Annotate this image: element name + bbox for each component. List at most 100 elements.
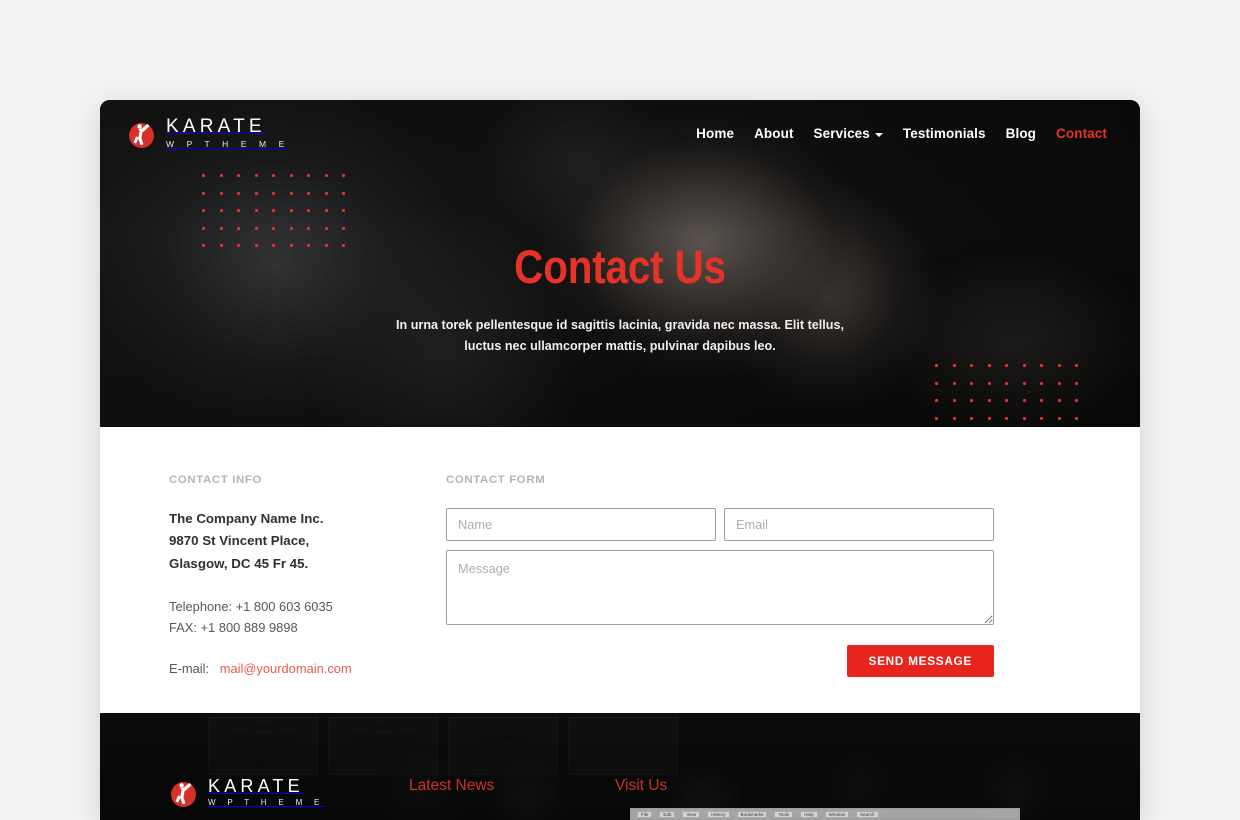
dot — [307, 226, 310, 230]
footer-bar-chip: Help — [800, 810, 818, 818]
site-header: KARATE W P T H E M E Home About Services… — [100, 100, 1140, 167]
hero-copy: Contact Us In urna torek pellentesque id… — [100, 242, 1140, 356]
dot — [254, 226, 258, 230]
dot — [272, 209, 275, 213]
footer-bar-chip: View — [682, 810, 701, 818]
nav-item-testimonials[interactable]: Testimonials — [903, 126, 986, 141]
name-input[interactable] — [446, 508, 716, 541]
company-name: The Company Name Inc. — [169, 511, 324, 526]
dot — [254, 174, 258, 177]
dot — [342, 209, 345, 213]
dot — [324, 174, 328, 177]
page-shell: KARATE W P T H E M E Home About Services… — [100, 100, 1140, 820]
dot — [272, 226, 275, 230]
dot — [1075, 364, 1078, 367]
phone-block: Telephone: +1 800 603 6035 FAX: +1 800 8… — [169, 597, 369, 639]
contact-section: CONTACT INFO The Company Name Inc. 9870 … — [100, 427, 1140, 713]
footer-bar-chip: Edit — [659, 810, 676, 818]
fax-text: FAX: +1 800 889 9898 — [169, 619, 298, 635]
contact-info-column: CONTACT INFO The Company Name Inc. 9870 … — [169, 474, 369, 677]
dot — [935, 381, 938, 385]
nav-item-services-label: Services — [813, 126, 870, 141]
hero-section: KARATE W P T H E M E Home About Services… — [100, 100, 1140, 427]
visit-us-heading: Visit Us — [615, 777, 668, 794]
email-block: E-mail: mail@yourdomain.com — [169, 661, 369, 676]
dot — [202, 174, 205, 177]
dot — [254, 209, 258, 213]
latest-news-heading: Latest News — [409, 777, 495, 794]
dot — [237, 174, 240, 177]
chevron-down-icon — [874, 132, 883, 137]
dot — [1057, 381, 1061, 385]
dot — [1057, 364, 1061, 367]
dot — [342, 191, 345, 195]
footer-brand-tagline: W P T H E M E — [208, 798, 325, 807]
dot — [1022, 416, 1026, 420]
dot — [237, 191, 240, 195]
dot — [952, 399, 956, 403]
email-input[interactable] — [724, 508, 994, 541]
page-title: Contact Us — [514, 240, 726, 293]
send-message-button[interactable]: SEND MESSAGE — [846, 645, 994, 677]
dot — [1005, 381, 1008, 385]
dot — [289, 209, 293, 213]
dot — [342, 226, 345, 230]
dot — [1057, 399, 1061, 403]
dot — [289, 226, 293, 230]
dot — [1040, 399, 1043, 403]
dot — [952, 381, 956, 385]
email-label: E-mail: — [169, 660, 210, 676]
hero-subtitle: In urna torek pellentesque id sagittis l… — [396, 318, 844, 353]
site-footer: 2014TRIANGLE'S BEST KARATE23 NATIONAL AT… — [100, 713, 1140, 820]
telephone-text: Telephone: +1 800 603 6035 — [169, 598, 333, 614]
dot — [935, 399, 938, 403]
contact-form-label: CONTACT FORM — [446, 474, 546, 486]
dot — [970, 381, 973, 385]
dot — [1022, 364, 1026, 367]
dot — [324, 209, 328, 213]
dot — [1005, 364, 1008, 367]
dot — [219, 174, 223, 177]
dot — [1005, 399, 1008, 403]
dot — [307, 191, 310, 195]
dot — [1040, 381, 1043, 385]
nav-item-services[interactable]: Services — [814, 126, 883, 141]
dot — [219, 226, 223, 230]
footer-bar-chip: File — [637, 810, 653, 818]
footer-bar-chip: Tools — [774, 810, 794, 818]
brand-name: KARATE — [166, 116, 266, 138]
dot — [1075, 399, 1078, 403]
dot — [970, 399, 973, 403]
footer-brand-logo[interactable]: KARATE W P T H E M E — [169, 777, 409, 808]
dot — [1022, 399, 1026, 403]
dot — [342, 174, 345, 177]
footer-brand-name: KARATE — [208, 776, 304, 796]
nav-item-about[interactable]: About — [754, 126, 793, 141]
main-navigation: Home About Services Testimonials Blog Co… — [696, 126, 1107, 141]
brand-logo[interactable]: KARATE W P T H E M E — [127, 117, 289, 150]
nav-item-home[interactable]: Home — [696, 126, 734, 141]
dot — [970, 416, 973, 420]
dot — [935, 364, 938, 367]
contact-form-column: CONTACT FORM SEND MESSAGE — [446, 474, 1071, 677]
dot — [935, 416, 938, 420]
footer-bar-chip: History — [707, 810, 730, 818]
email-link[interactable]: mail@yourdomain.com — [220, 661, 352, 676]
nav-item-contact[interactable]: Contact — [1056, 126, 1107, 141]
dot — [1075, 381, 1078, 385]
dot — [289, 174, 293, 177]
dot — [219, 191, 223, 195]
dot — [324, 226, 328, 230]
dot — [1040, 416, 1043, 420]
dot-pattern-right — [935, 364, 1093, 427]
brand-tagline: W P T H E M E — [166, 139, 290, 150]
contact-form: SEND MESSAGE — [446, 508, 1071, 677]
dot — [952, 416, 956, 420]
message-textarea[interactable] — [446, 550, 994, 625]
dot — [987, 364, 991, 367]
dot — [1057, 416, 1061, 420]
dot — [219, 209, 223, 213]
dot — [987, 416, 991, 420]
nav-item-blog[interactable]: Blog — [1006, 126, 1036, 141]
dot — [970, 364, 973, 367]
